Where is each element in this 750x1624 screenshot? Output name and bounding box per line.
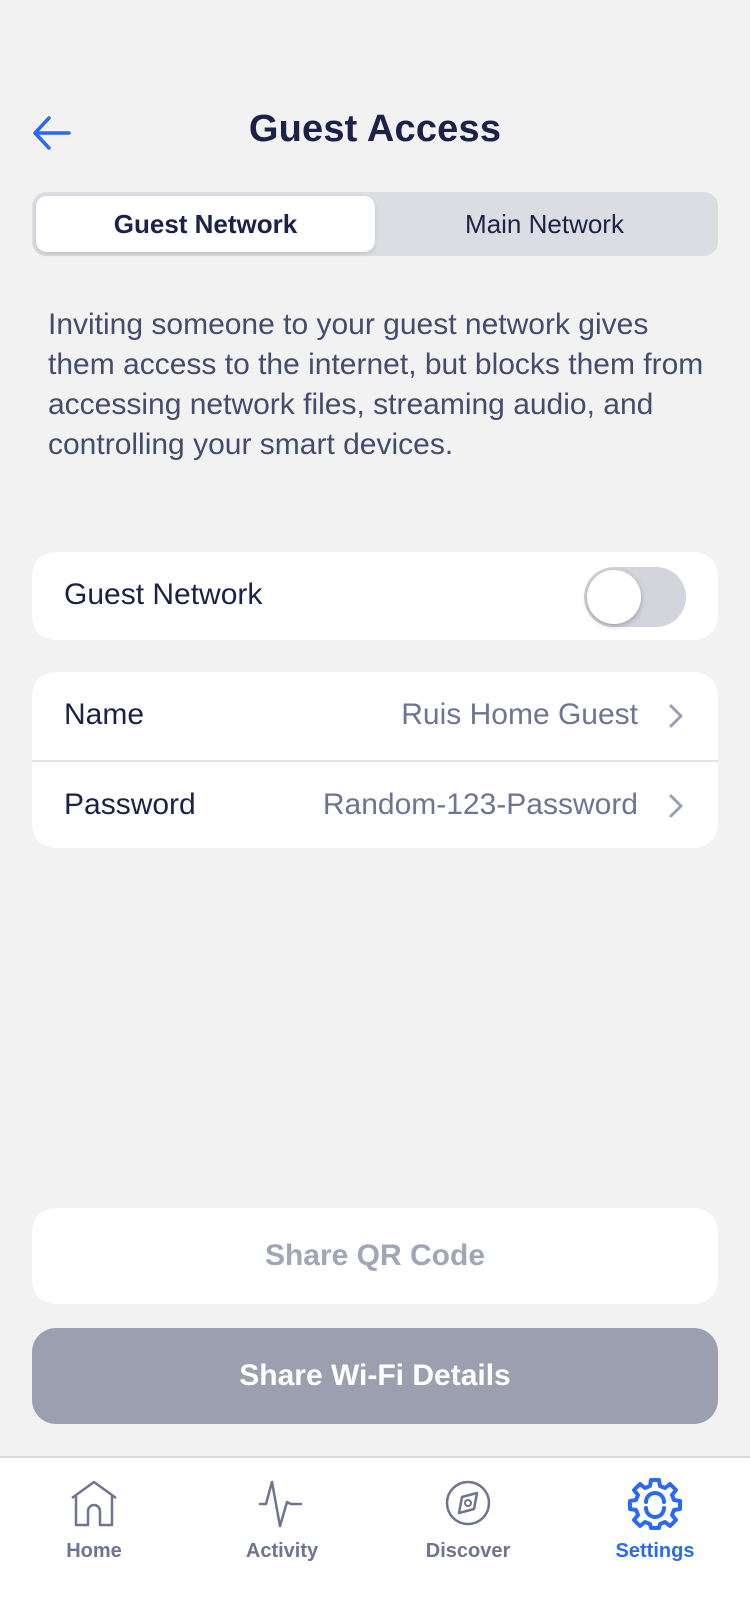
tab-settings-label: Settings	[615, 1540, 695, 1562]
tab-discover-label: Discover	[425, 1540, 511, 1562]
guest-network-label: Guest Network	[64, 578, 263, 611]
header: Guest Access	[0, 100, 750, 166]
bottom-tab-bar: Home Activity Discover Settings	[0, 1456, 750, 1624]
password-row[interactable]: Password Random-123-Password	[32, 760, 718, 848]
segment-main-network[interactable]: Main Network	[375, 196, 714, 252]
password-value: Random-123-Password	[322, 788, 638, 821]
chevron-right-icon	[669, 794, 683, 818]
tab-discover[interactable]: Discover	[403, 1476, 533, 1576]
tab-activity[interactable]: Activity	[217, 1476, 347, 1576]
compass-icon	[445, 1480, 491, 1526]
name-row[interactable]: Name Ruis Home Guest	[32, 672, 718, 760]
name-label: Name	[64, 698, 145, 731]
tab-activity-label: Activity	[245, 1540, 319, 1562]
guest-network-toggle-card: Guest Network	[32, 552, 718, 640]
network-settings-card: Name Ruis Home Guest Password Random-123…	[32, 672, 718, 848]
share-qr-code-button[interactable]: Share QR Code	[32, 1208, 718, 1304]
activity-icon	[258, 1480, 303, 1528]
gear-icon	[628, 1478, 682, 1530]
guest-network-toggle[interactable]	[584, 567, 686, 627]
network-segmented-control: Guest Network Main Network	[32, 192, 718, 256]
tab-settings[interactable]: Settings	[590, 1476, 720, 1576]
segment-guest-network[interactable]: Guest Network	[36, 196, 375, 252]
page-title: Guest Access	[248, 108, 502, 150]
tab-home[interactable]: Home	[29, 1476, 159, 1576]
chevron-right-icon	[669, 704, 683, 728]
share-wifi-details-button[interactable]: Share Wi-Fi Details	[32, 1328, 718, 1424]
password-label: Password	[64, 788, 196, 821]
tab-home-label: Home	[66, 1540, 122, 1562]
home-icon	[71, 1480, 117, 1527]
toggle-knob	[587, 570, 641, 624]
name-value: Ruis Home Guest	[401, 698, 638, 731]
guest-network-description: Inviting someone to your guest network g…	[48, 308, 704, 461]
